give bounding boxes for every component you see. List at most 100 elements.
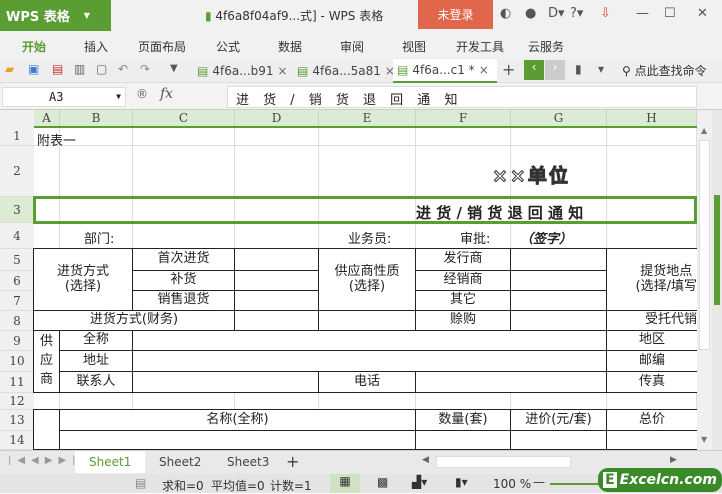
cell-first[interactable]: 首次进货 [132,248,235,271]
scroll-thumb[interactable] [699,140,710,350]
cell-blank[interactable] [132,350,607,372]
cell-qty[interactable]: 数量(套) [415,409,511,431]
column-header-A[interactable]: A [34,110,60,127]
cell-purchase_mode[interactable]: 进货方式 (选择) [33,248,133,311]
print-preview-icon[interactable]: ▢ [96,62,107,76]
doc-tab[interactable]: ▤ 4f6a...5a81 × [293,59,395,83]
reading-mode-icon[interactable]: ▟▾ [412,475,427,489]
cell-blank[interactable] [415,371,607,393]
row-header-8[interactable]: 8 [0,311,34,331]
cell-dealer[interactable]: 经销商 [415,270,511,291]
cell-title[interactable]: ××单位 [492,161,570,188]
close-tab-icon[interactable]: × [479,63,489,77]
row-header-7[interactable]: 7 [0,291,34,311]
row-header-12[interactable]: 12 [0,393,34,410]
cell-consign[interactable]: 受托代销 [606,310,697,331]
cell-blank[interactable] [510,290,607,311]
cell-postcode[interactable]: 邮编 [606,350,697,372]
cell-fullname[interactable]: 全称 [59,330,133,351]
new-tab-icon[interactable]: + [502,60,515,79]
sheet-tab-sheet2[interactable]: Sheet2 [145,451,215,473]
row-header-3[interactable]: 3 [0,197,34,223]
cell-blank[interactable] [510,310,607,331]
cell-blank[interactable] [510,430,607,450]
menu-item-4[interactable]: 数据 [278,38,302,55]
chevron-down-icon[interactable]: ▼ [170,63,178,74]
maximize-icon[interactable]: ☐ [664,6,676,21]
row-header-1[interactable]: 1 [0,127,34,146]
skin-icon[interactable]: ◐ [500,6,511,21]
cell-finance_mode[interactable]: 进货方式(财务) [33,310,235,331]
cell-blank[interactable] [606,430,697,450]
eye-protect-icon[interactable]: ▮▾ [455,475,468,489]
row-header-13[interactable]: 13 [0,410,34,431]
undo-icon[interactable]: ↶ [118,62,128,76]
cell-subtitle[interactable]: 进 货 / 销 货 退 回 通 知 [416,202,583,223]
zoom-slider[interactable] [550,483,600,485]
add-sheet-icon[interactable]: + [286,452,299,471]
name-box[interactable]: A3 ▼ [2,87,126,107]
share-icon[interactable]: D▾ [548,6,565,21]
insert-function-button[interactable]: fx [160,86,173,102]
normal-view-icon[interactable]: ▦ [330,474,360,493]
cell-region[interactable]: 地区 [606,330,697,351]
column-header-F[interactable]: F [416,110,511,127]
vertical-scrollbar[interactable]: ▲ ▼ [697,110,712,450]
row-header-5[interactable]: 5 [0,249,34,271]
cell-credit[interactable]: 赊购 [415,310,511,331]
cell-dept[interactable]: 部门: [84,228,114,247]
sheet-nav-icons[interactable]: |◀◀▶▶| [8,455,82,466]
cell-blank[interactable] [132,330,607,351]
zoom-out-icon[interactable]: — [533,475,545,489]
row-header-10[interactable]: 10 [0,351,34,372]
cell-blank[interactable] [59,430,416,450]
spreadsheet-grid[interactable]: A B C D E F G H 1 2 3 4 5 6 7 8 9 10 11 12 13 14 进货方式 (选择) 首次进货… [0,110,697,450]
cell-blank[interactable] [234,290,319,311]
cell-contact[interactable]: 联系人 [59,371,133,393]
cell-phone[interactable]: 电话 [318,371,416,393]
row-header-11[interactable]: 11 [0,372,34,393]
cell-pickup[interactable]: 提货地点 (选择/填写 [606,248,697,311]
cell-blank[interactable] [510,270,607,291]
cell-supplier[interactable]: 供 应 商 [33,330,60,393]
cell-approve[interactable]: 审批: [460,228,490,247]
cell-blank[interactable] [510,248,607,271]
menu-item-1[interactable]: 插入 [84,38,108,55]
cell-blank[interactable] [33,409,60,450]
command-search[interactable]: ⚲ 点此查找命令 [622,62,707,79]
zoom-level[interactable]: 100 % [493,477,531,491]
zoom-formula-icon[interactable]: ® [136,87,148,101]
cell-blank[interactable] [318,310,416,331]
cell-sign[interactable]: （签字） [520,228,572,247]
page-break-view-icon[interactable]: ▩ [377,475,388,489]
close-icon[interactable]: ✕ [697,6,708,21]
cell-other[interactable]: 其它 [415,290,511,311]
cell-fax[interactable]: 传真 [606,371,697,393]
cell-total[interactable]: 总价 [606,409,697,431]
minimize-icon[interactable]: — [636,6,649,21]
cell-blank[interactable] [132,371,319,393]
cell-publisher[interactable]: 发行商 [415,248,511,271]
cell-supplier_type[interactable]: 供应商性质 (选择) [318,248,416,311]
cell-blank[interactable] [234,310,319,331]
scroll-left-icon[interactable]: ◀ [422,455,429,465]
menu-item-3[interactable]: 公式 [216,38,240,55]
feedback-icon[interactable]: ● [525,6,536,21]
row-header-14[interactable]: 14 [0,431,34,450]
column-header-H[interactable]: H [607,110,697,127]
wps-menu-button[interactable]: WPS 表格 ▼ [0,0,111,31]
print-icon[interactable]: ▥ [74,62,85,76]
login-button[interactable]: 未登录 [418,0,493,29]
menu-item-2[interactable]: 页面布局 [138,38,186,55]
cell-address[interactable]: 地址 [59,350,133,372]
sheet-tab-sheet1[interactable]: Sheet1 [75,451,146,473]
select-all-corner[interactable] [0,110,34,127]
menu-item-6[interactable]: 视图 [402,38,426,55]
menu-item-8[interactable]: 云服务 [528,38,564,55]
horizontal-scrollbar[interactable]: ◀ ▶ [420,455,695,468]
cell-name_full[interactable]: 名称(全称) [59,409,416,431]
open-icon[interactable]: ▰ [5,62,14,76]
cell-blank[interactable] [234,248,319,271]
menu-item-0[interactable]: 开始 [22,38,46,55]
cell-blank[interactable] [415,430,511,450]
